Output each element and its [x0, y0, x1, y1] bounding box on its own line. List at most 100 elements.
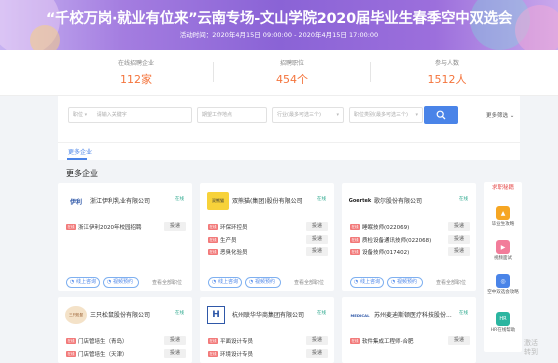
- company-name[interactable]: 浙江伊利乳业有限公司: [90, 196, 150, 205]
- apply-button[interactable]: 投递: [306, 336, 328, 345]
- video-appointment-button[interactable]: ◔ 视频预约: [387, 277, 423, 288]
- view-all-jobs-link[interactable]: 查看全部职位: [436, 279, 466, 286]
- job-list: 在线 浙江伊利2020年校园招聘 投递: [66, 222, 186, 235]
- search-category-select[interactable]: 职位: [73, 112, 83, 118]
- more-filters-link[interactable]: 更多筛选 ⌄: [486, 111, 514, 119]
- keyword-input-placeholder[interactable]: 请输入关键字: [97, 112, 127, 118]
- job-name[interactable]: 浙江伊利2020年校园招聘: [78, 223, 142, 231]
- apply-button[interactable]: 投递: [448, 336, 470, 345]
- company-name[interactable]: 苏州麦迪斯顿医疗科技股份...: [374, 310, 452, 319]
- job-name[interactable]: 平面设计专员: [220, 337, 253, 345]
- job-item: 在线 恶臭化验员 投递: [208, 247, 328, 260]
- broadcast-icon: ◎: [496, 274, 510, 288]
- job-name[interactable]: 软件集成工程师-合肥: [362, 337, 414, 345]
- more-filters-label: 更多筛选: [486, 113, 509, 119]
- view-all-jobs-link[interactable]: 查看全部职位: [294, 279, 324, 286]
- sidebar-item-video-interview[interactable]: ▶ 视频面试: [484, 240, 522, 262]
- online-tag: 在线: [350, 236, 360, 243]
- location-select-label: 期望工作地点: [202, 112, 233, 118]
- job-name[interactable]: 生产员: [220, 236, 237, 244]
- stat-label: 在线招聘企业: [117, 60, 154, 67]
- company-card[interactable]: MEDICAL 苏州麦迪斯顿医疗科技股份... 在线 在线 软件集成工程师-合肥…: [342, 297, 476, 363]
- apply-button[interactable]: 投递: [306, 247, 328, 256]
- online-consult-label: 线上咨询: [75, 279, 96, 285]
- sidebar-item-hr-help[interactable]: HR HR在线帮助: [484, 312, 522, 334]
- apply-button[interactable]: 投递: [306, 234, 328, 244]
- job-name[interactable]: 睡眠技师(022069): [362, 223, 409, 231]
- sidebar-item-graduate-guide[interactable]: ▲ 毕业生攻略: [484, 206, 522, 228]
- job-list: 在线 门店管培生（青岛） 投递 在线 门店管培生（天津） 投递: [66, 336, 186, 361]
- chevron-down-icon: ▾: [84, 112, 88, 118]
- apply-button[interactable]: 投递: [306, 222, 328, 231]
- job-name[interactable]: 门店管培生（青岛）: [78, 337, 128, 345]
- job-name[interactable]: 门店管培生（天津）: [78, 350, 128, 358]
- job-item: 在线 质检设备通讯技师(022068) 投递: [350, 234, 470, 248]
- section-title: 更多企业: [66, 169, 98, 178]
- chat-icon: ◔: [70, 279, 75, 285]
- job-name[interactable]: 设备技师(017402): [362, 248, 409, 256]
- keyword-search-field[interactable]: 职位 ▾ 请输入关键字: [68, 107, 192, 123]
- search-panel: 职位 ▾ 请输入关键字 期望工作地点 行业(最多可选三个) ▾ 职位类别(最多可…: [58, 96, 520, 142]
- location-select[interactable]: 期望工作地点: [197, 107, 267, 123]
- job-name[interactable]: 环保环控员: [220, 223, 248, 231]
- online-tag: 在线: [208, 236, 218, 243]
- stat-value: 1512人: [427, 73, 467, 86]
- company-logo: MEDICAL: [350, 312, 370, 318]
- activation-watermark: 激活 转到: [524, 339, 538, 356]
- online-consult-button[interactable]: ◔ 线上咨询: [208, 277, 242, 288]
- company-card[interactable]: 双熊猫 双熊猫(集团)股份有限公司 在线 在线 环保环控员 投递 在线 生产员 …: [200, 183, 334, 291]
- sidebar-item-label: HR在线帮助: [490, 328, 516, 333]
- video-appointment-button[interactable]: ◔ 视频预约: [103, 277, 139, 288]
- apply-button[interactable]: 投递: [448, 222, 470, 231]
- job-name[interactable]: 恶臭化验员: [220, 248, 248, 256]
- company-card[interactable]: H 杭州联华华商集团有限公司 在线 在线 平面设计专员 投递 在线 环境设计专员…: [200, 297, 334, 363]
- search-icon: [436, 110, 446, 120]
- apply-button[interactable]: 投递: [164, 348, 186, 358]
- company-name[interactable]: 三只松鼠股份有限公司: [90, 310, 150, 319]
- apply-button[interactable]: 投递: [448, 234, 470, 244]
- job-item: 在线 环保环控员 投递: [208, 222, 328, 235]
- stat-companies: 在线招聘企业 112家: [76, 58, 196, 87]
- sidebar-title[interactable]: 求职秘籍: [484, 182, 522, 194]
- video-icon: ◔: [249, 279, 254, 285]
- job-item: 在线 生产员 投递: [208, 234, 328, 248]
- online-tag: 在线: [208, 350, 218, 357]
- stat-positions: 招聘职位 454个: [232, 58, 352, 87]
- company-name[interactable]: 双熊猫(集团)股份有限公司: [232, 196, 303, 205]
- company-logo: 三只松鼠: [65, 306, 87, 324]
- search-button[interactable]: [424, 106, 458, 124]
- tab-bar: 更多企业: [58, 142, 520, 160]
- job-category-label: 职位类别(最多可选三个): [354, 112, 408, 118]
- tab-more-companies[interactable]: 更多企业: [68, 147, 92, 156]
- stat-participants: 参与人数 1512人: [387, 58, 507, 87]
- apply-button[interactable]: 投递: [164, 222, 186, 231]
- online-tag: 在线: [66, 224, 76, 230]
- video-appointment-label: 视频预约: [396, 279, 417, 285]
- online-consult-button[interactable]: ◔ 线上咨询: [66, 277, 100, 288]
- apply-button[interactable]: 投递: [164, 336, 186, 345]
- job-list: 在线 软件集成工程师-合肥 投递: [350, 336, 470, 349]
- event-banner: “千校万岗·就业有位来”云南专场-文山学院2020届毕业生春季空中双选会 活动时…: [0, 0, 558, 50]
- company-logo: 伊利: [69, 198, 82, 206]
- job-name[interactable]: 环境设计专员: [220, 350, 253, 358]
- online-badge: 在线: [459, 197, 468, 202]
- industry-select[interactable]: 行业(最多可选三个) ▾: [272, 107, 344, 123]
- apply-button[interactable]: 投递: [448, 247, 470, 256]
- apply-button[interactable]: 投递: [306, 348, 328, 358]
- company-name[interactable]: 杭州联华华商集团有限公司: [232, 310, 304, 319]
- banner-title: “千校万岗·就业有位来”云南专场-文山学院2020届毕业生春季空中双选会: [45, 11, 513, 27]
- job-name[interactable]: 质检设备通讯技师(022068): [362, 236, 431, 244]
- view-all-jobs-link[interactable]: 查看全部职位: [152, 279, 182, 286]
- job-item: 在线 浙江伊利2020年校园招聘 投递: [66, 222, 186, 235]
- company-name[interactable]: 歌尔股份有限公司: [374, 196, 422, 205]
- online-consult-label: 线上咨询: [217, 279, 238, 285]
- company-card[interactable]: 伊利 浙江伊利乳业有限公司 在线 在线 浙江伊利2020年校园招聘 投递 ◔ 线…: [58, 183, 192, 291]
- company-card[interactable]: Goertek 歌尔股份有限公司 在线 在线 睡眠技师(022069) 投递 在…: [342, 183, 476, 291]
- video-appointment-label: 视频预约: [254, 279, 275, 285]
- job-category-select[interactable]: 职位类别(最多可选三个) ▾: [349, 107, 423, 123]
- video-appointment-button[interactable]: ◔ 视频预约: [245, 277, 281, 288]
- stat-value: 112家: [120, 73, 152, 86]
- company-card[interactable]: 三只松鼠 三只松鼠股份有限公司 在线 在线 门店管培生（青岛） 投递 在线 门店…: [58, 297, 192, 363]
- online-consult-button[interactable]: ◔ 线上咨询: [350, 277, 384, 288]
- sidebar-item-fair-guide[interactable]: ◎ 空中双选会攻略: [484, 274, 522, 296]
